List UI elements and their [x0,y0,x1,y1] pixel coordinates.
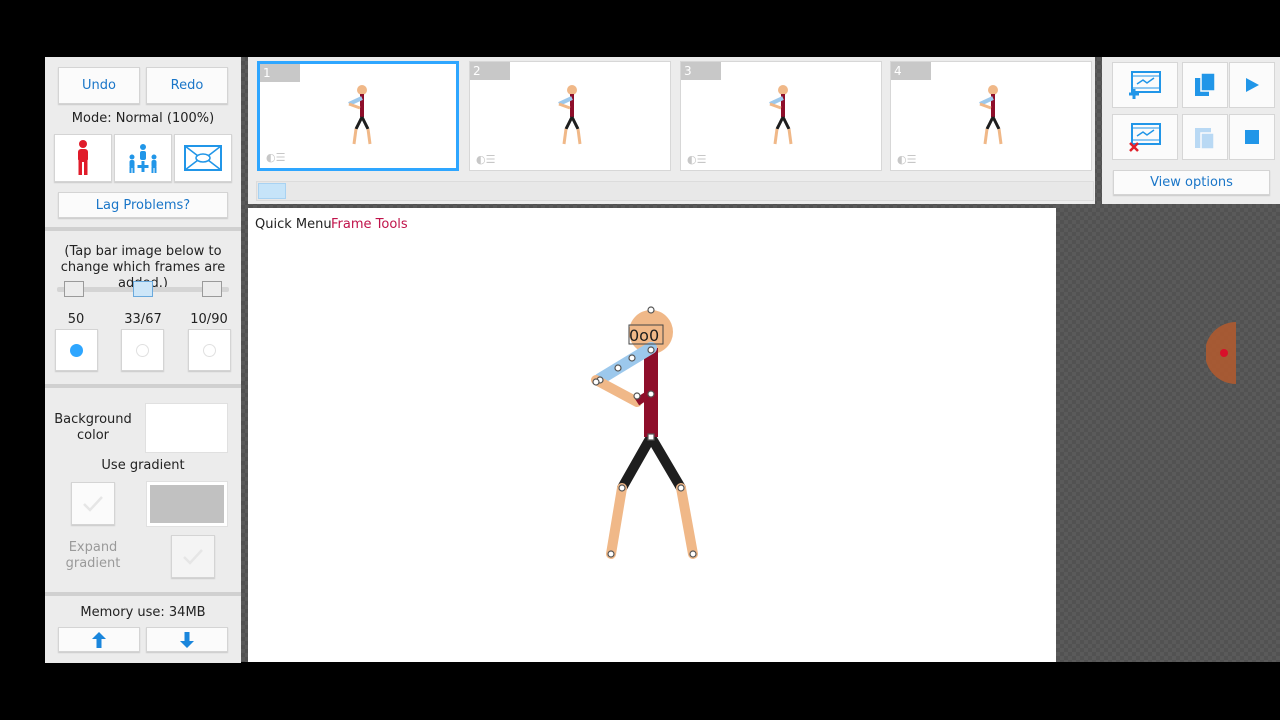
frame-info-icon: ◐☰ [476,153,496,166]
memory-use-text: Memory use: 34MB [80,605,206,620]
frame-info-icon: ◐☰ [266,151,286,164]
frame-stick-figure [769,85,793,145]
bar-handle-left[interactable] [64,281,84,297]
undo-button[interactable]: Undo [58,67,140,104]
add-frame-icon [1129,71,1161,99]
offscreen-area [1056,204,1280,662]
frame-stick-figure [558,85,582,145]
use-gradient-label: Use gradient [101,458,185,473]
mode-text: Mode: Normal (100%) [71,111,215,126]
expand-gradient-label: Expand gradient [65,540,121,571]
divider [45,592,241,596]
arrow-up-icon [92,631,106,648]
check-icon [183,548,203,565]
ratio-radio-33-67[interactable] [121,329,164,371]
face-label: 0o0 [629,326,659,345]
frame-number: 2 [470,62,510,80]
frame-info-icon: ◐☰ [897,153,917,166]
scroll-up-button[interactable] [58,627,140,652]
paste-frame-button[interactable] [1182,114,1228,160]
expand-gradient-checkbox[interactable] [171,535,215,578]
paste-icon [1195,128,1215,150]
radio-empty-dot [203,343,216,357]
upper-arm [594,342,657,385]
bar-handle-center[interactable] [133,281,153,297]
frame-thumbnail-2[interactable]: 2 ◐☰ [469,61,671,171]
upper-leg-left [617,432,656,493]
bar-handle-right[interactable] [202,281,222,297]
check-icon [83,495,103,512]
view-options-button[interactable]: View options [1113,170,1270,195]
frame-stick-figure [979,85,1003,145]
frame-info-icon: ◐☰ [687,153,707,166]
stop-button[interactable] [1229,114,1275,160]
radio-selected-dot [70,343,83,357]
frame-stick-figure [348,85,372,145]
mode-background-button[interactable] [174,134,232,182]
lower-leg-left [606,483,627,559]
frame-thumbnail-4[interactable]: 4 ◐☰ [890,61,1092,171]
animation-canvas[interactable]: Quick Menu Frame Tools 0o0 [248,208,1056,662]
stop-icon [1245,130,1259,144]
use-gradient-checkbox[interactable] [71,482,115,525]
ratio-radio-10-90[interactable] [188,329,231,371]
timeline-scroll-thumb[interactable] [258,183,286,199]
add-frame-button[interactable] [1112,62,1178,108]
forearm [591,375,642,407]
upper-leg-right [646,432,686,493]
gradient-color-swatch[interactable] [146,481,228,527]
lag-problems-button[interactable]: Lag Problems? [58,192,228,218]
arrow-down-icon [180,631,194,648]
background-color-label: Background color [54,412,132,443]
frame-thumbnail-3[interactable]: 3 ◐☰ [680,61,882,171]
scroll-down-button[interactable] [146,627,228,652]
mode-group-button[interactable] [114,134,172,182]
divider [45,227,241,231]
divider [45,384,241,388]
frame-thumbnail-1[interactable]: 1 ◐☰ [257,61,459,171]
frame-timeline: 1 ◐☰ 2 ◐☰ 3 ◐☰ 4 ◐☰ [248,57,1095,204]
ratio-radio-50[interactable] [55,329,98,371]
onion-skin-bar[interactable] [57,280,229,298]
ratio-label-10-90: 10/90 [190,312,228,327]
right-tool-panel: View options [1102,57,1280,204]
frame-number: 4 [891,62,931,80]
quick-menu-link[interactable]: Quick Menu [255,217,332,232]
mode-single-button[interactable] [54,134,112,182]
redo-button[interactable]: Redo [146,67,228,104]
copy-icon [1195,72,1216,96]
app-window: Undo Redo Mode: Normal (100%) Lag Proble… [0,0,1280,720]
copy-frame-button[interactable] [1182,62,1228,108]
delete-frame-button[interactable] [1112,114,1178,160]
stick-figure[interactable]: 0o0 [578,298,708,568]
ratio-label-50: 50 [67,312,85,327]
timeline-scrollbar[interactable] [256,181,1094,201]
ratio-label-33-67: 33/67 [124,312,162,327]
play-icon [1246,78,1259,92]
play-button[interactable] [1229,62,1275,108]
red-person-icon [78,140,88,175]
radio-empty-dot [136,343,149,357]
group-people-icon [129,144,157,173]
left-panel: Undo Redo Mode: Normal (100%) Lag Proble… [45,57,241,663]
frame-number: 1 [260,64,300,82]
frame-tools-link[interactable]: Frame Tools [331,217,408,232]
frame-number: 3 [681,62,721,80]
background-color-swatch[interactable] [145,403,228,453]
offscreen-object[interactable] [1206,322,1236,384]
background-scene-icon [184,145,222,171]
delete-frame-icon [1129,123,1161,152]
lower-leg-right [676,483,698,559]
